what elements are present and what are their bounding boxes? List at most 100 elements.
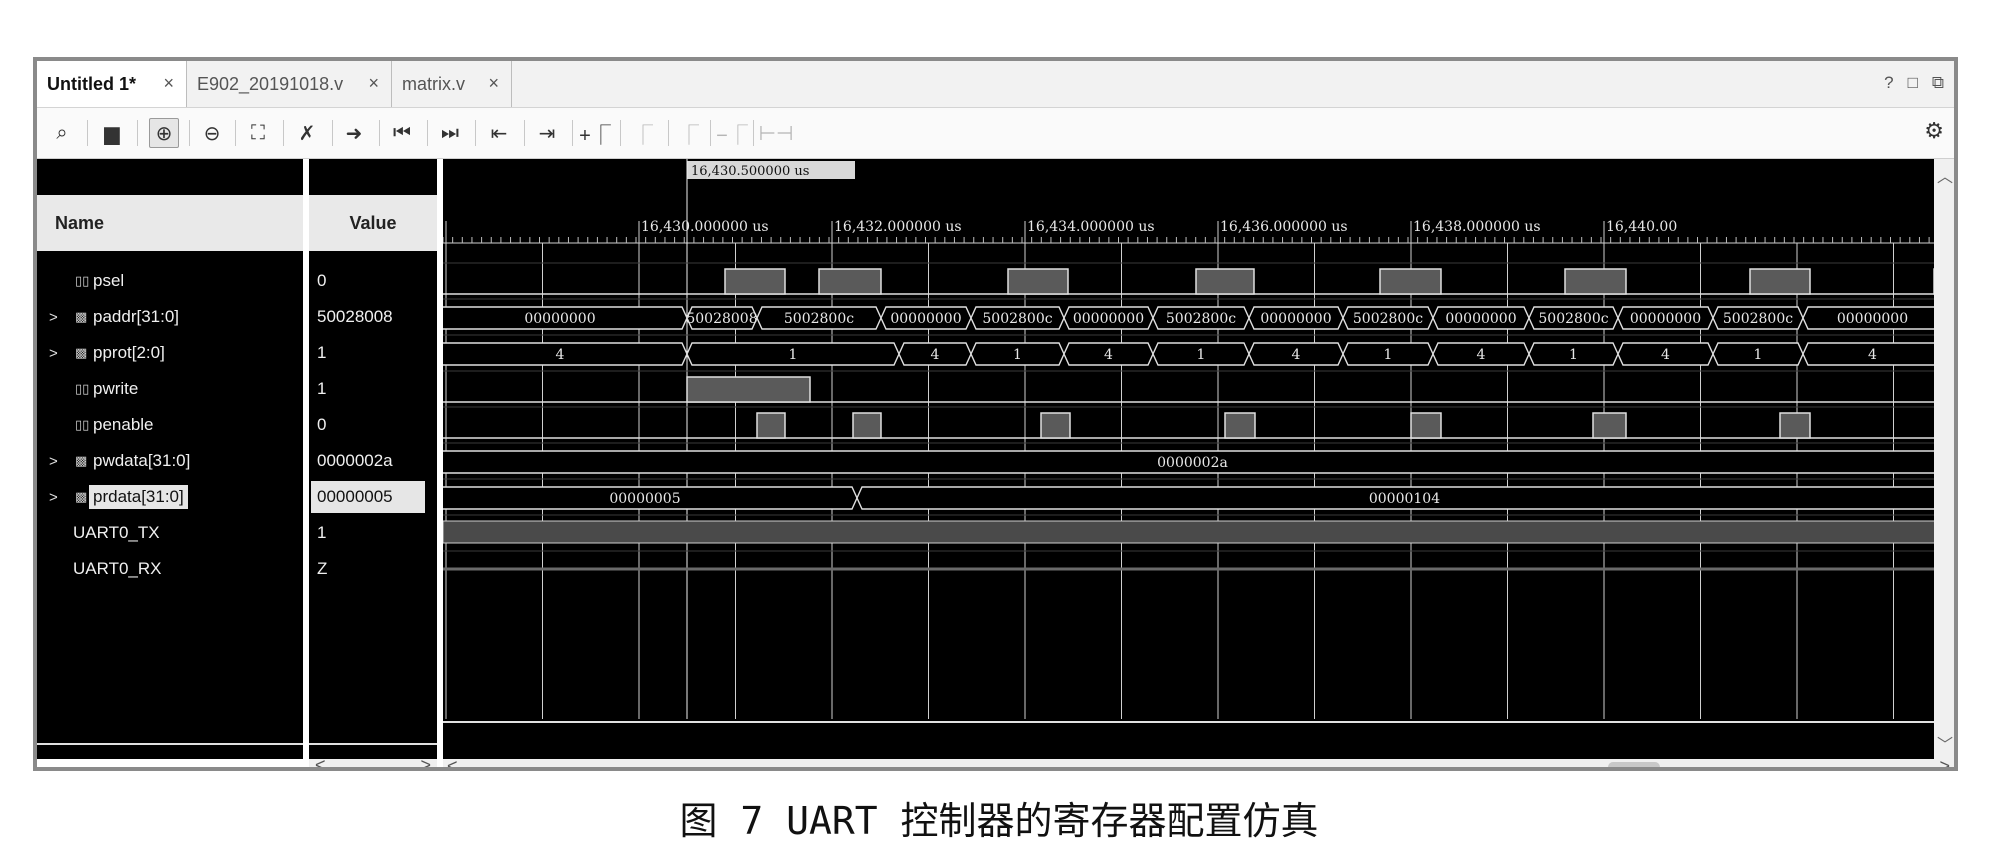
penable-wave-high <box>1040 412 1071 439</box>
tab-matrix[interactable]: matrix.v × <box>392 61 512 107</box>
paddr-wave-value: 5002800c <box>784 311 854 327</box>
zoom-fit-icon[interactable]: ⛶ <box>243 118 273 148</box>
signal-name: pprot[2:0] <box>93 343 165 362</box>
psel-wave-high <box>1195 268 1255 295</box>
tab-bar: Untitled 1* × E902_20191018.v × matrix.v… <box>37 61 1954 108</box>
tab-label: matrix.v <box>402 73 465 94</box>
penable-wave-high <box>1592 412 1627 439</box>
signal-value: 0000002a <box>317 451 393 470</box>
waveform-canvas[interactable]: 16,430.000000 us 16,432.000000 us 16,434.0… <box>432 159 1953 759</box>
scroll-left-icon[interactable]: < <box>315 755 326 767</box>
psel-wave-high <box>1007 268 1069 295</box>
paddr-wave-value: 5002800c <box>1166 311 1236 327</box>
zoom-out-icon[interactable]: ⊖ <box>197 118 227 148</box>
paddr-wave-value: 00000000 <box>1445 311 1516 327</box>
time-label: 16,436.000000 us <box>1220 219 1348 235</box>
swap-cursors-icon[interactable]: ⊢⊣ <box>759 118 794 148</box>
pprot-wave-value: 1 <box>1754 347 1763 363</box>
penable-wave-high <box>1779 412 1811 439</box>
pprot-wave-value: 1 <box>1013 347 1022 363</box>
signal-name: prdata[31:0] <box>89 485 188 509</box>
paddr-wave-value: 00000000 <box>1073 311 1144 327</box>
window-controls: ? □ ⧉ <box>1884 73 1944 93</box>
prev-marker-icon[interactable]: ⎾ <box>628 118 658 148</box>
signal-bit-icon: ▯▯ <box>75 381 90 396</box>
signal-name: pwdata[31:0] <box>93 451 191 470</box>
psel-wave-high <box>1564 268 1627 295</box>
psel-wave-high <box>818 268 882 295</box>
save-icon[interactable]: ▆ <box>97 118 127 148</box>
paddr-wave-value: 00000000 <box>524 311 595 327</box>
pprot-wave-value: 4 <box>1104 347 1113 363</box>
close-icon[interactable]: × <box>488 73 499 94</box>
help-icon[interactable]: ? <box>1884 73 1893 93</box>
scroll-down-icon[interactable]: ﹀ <box>1937 731 1953 755</box>
penable-wave-high <box>756 412 786 439</box>
tab-e902[interactable]: E902_20191018.v × <box>187 61 392 107</box>
signal-bus-icon: ▩ <box>75 345 88 360</box>
signal-name: pwrite <box>93 379 139 398</box>
pprot-wave-value: 1 <box>789 347 798 363</box>
next-marker-icon[interactable]: ⎾ <box>674 118 704 148</box>
add-marker-before-icon[interactable]: ⇤ <box>484 118 514 148</box>
psel-wave-high <box>1749 268 1811 295</box>
go-to-last-icon[interactable]: ⏭ <box>435 118 465 148</box>
name-column-header[interactable]: Name <box>37 195 303 251</box>
signal-bit-icon: ▯▯ <box>75 417 90 432</box>
chevron-right-icon[interactable]: > <box>49 309 58 326</box>
add-marker-icon[interactable]: +⎾ <box>579 118 611 148</box>
add-marker-after-icon[interactable]: ⇥ <box>532 118 562 148</box>
signal-value: Z <box>317 559 328 578</box>
value-column-header[interactable]: Value <box>309 195 437 251</box>
search-icon[interactable]: ⌕ <box>47 118 77 148</box>
psel-wave-high <box>724 268 786 295</box>
float-icon[interactable]: ⧉ <box>1932 73 1944 93</box>
chevron-right-icon[interactable]: > <box>49 489 58 506</box>
close-icon[interactable]: × <box>163 73 174 94</box>
scroll-left-icon[interactable]: < <box>447 756 458 767</box>
signal-name: UART0_RX <box>73 559 162 578</box>
marker-delete-icon[interactable]: −⎾ <box>716 118 748 148</box>
scroll-right-icon[interactable]: > <box>420 755 431 767</box>
waveform-pane[interactable]: 16,430.000000 us 16,432.000000 us 16,434.0… <box>432 159 1953 759</box>
pprot-wave-segment <box>432 342 688 366</box>
time-label: 16,438.000000 us <box>1413 219 1541 235</box>
go-to-first-icon[interactable]: ⏮ <box>387 118 417 148</box>
zoom-in-icon[interactable]: ⊕ <box>149 118 179 148</box>
pprot-wave-value: 1 <box>1384 347 1393 363</box>
signal-value: 1 <box>317 523 327 542</box>
chevron-right-icon[interactable]: > <box>49 345 58 362</box>
figure-caption: 图 7 UART 控制器的寄存器配置仿真 <box>679 799 1319 843</box>
tab-untitled-1[interactable]: Untitled 1* × <box>37 61 187 107</box>
pprot-wave-value: 4 <box>1292 347 1301 363</box>
time-label: 16,440.00 <box>1606 219 1677 235</box>
paddr-wave-value: 5002800c <box>1353 311 1423 327</box>
pprot-wave-value: 1 <box>1197 347 1206 363</box>
cursor-remove-icon[interactable]: ✗ <box>292 118 322 148</box>
penable-wave-high <box>1224 412 1256 439</box>
penable-wave-high <box>1410 412 1442 439</box>
tab-label: Untitled 1* <box>47 73 137 94</box>
chevron-right-icon[interactable]: > <box>49 453 58 470</box>
pwdata-wave-value: 0000002a <box>1157 455 1228 471</box>
go-to-cursor-icon[interactable]: ➜ <box>339 118 369 148</box>
scroll-up-icon[interactable]: ︿ <box>1937 163 1953 187</box>
signal-bus-icon: ▩ <box>75 489 88 504</box>
close-icon[interactable]: × <box>368 73 379 94</box>
paddr-wave-value: 00000000 <box>1630 311 1701 327</box>
waveform-hscrollbar[interactable]: < > <box>443 756 1954 767</box>
time-label: 16,432.000000 us <box>834 219 962 235</box>
waveform-vscrollbar[interactable]: ︿ ﹀ <box>1934 159 1954 759</box>
toolbar: ⌕ ▆ ⊕ ⊖ ⛶ ✗ ➜ ⏮ ⏭ ⇤ ⇥ +⎾ ⎾ ⎾ −⎾ ⊢⊣ ⚙ <box>37 108 1954 159</box>
signal-value: 50028008 <box>317 307 393 326</box>
maximize-icon[interactable]: □ <box>1908 73 1918 93</box>
signal-name: penable <box>93 415 154 434</box>
scroll-thumb[interactable] <box>1608 762 1660 767</box>
paddr-wave-value: 50028008 <box>686 311 757 327</box>
signal-value: 1 <box>317 343 327 362</box>
paddr-wave-value: 00000000 <box>1837 311 1908 327</box>
value-hscrollbar[interactable]: < > <box>309 755 437 767</box>
gear-icon[interactable]: ⚙ <box>1924 118 1944 144</box>
pprot-wave-value: 1 <box>1569 347 1578 363</box>
scroll-right-icon[interactable]: > <box>1939 756 1950 767</box>
